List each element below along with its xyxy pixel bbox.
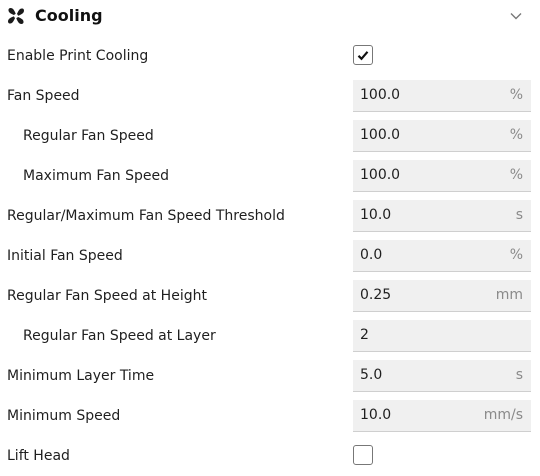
field-unit: mm/s	[483, 407, 523, 423]
setting-row-regular-fan-speed: Regular Fan Speed 100.0 %	[0, 116, 540, 156]
fan-icon	[6, 6, 26, 26]
field-value: 100.0	[360, 127, 401, 143]
setting-label: Maximum Fan Speed	[23, 168, 169, 184]
minimum-layer-time-input[interactable]: 5.0 s	[353, 360, 531, 392]
field-value: 10.0	[360, 407, 392, 423]
setting-label: Fan Speed	[7, 88, 80, 104]
fan-speed-at-height-input[interactable]: 0.25 mm	[353, 280, 531, 312]
fan-speed-at-layer-input[interactable]: 2	[353, 320, 531, 352]
checkmark-icon	[357, 51, 369, 61]
field-value: 10.0	[360, 207, 392, 223]
setting-row-minimum-speed: Minimum Speed 10.0 mm/s	[0, 396, 540, 436]
setting-row-fan-speed-threshold: Regular/Maximum Fan Speed Threshold 10.0…	[0, 196, 540, 236]
fan-speed-threshold-input[interactable]: 10.0 s	[353, 200, 531, 232]
setting-label: Minimum Layer Time	[7, 368, 155, 384]
field-value: 5.0	[360, 367, 383, 383]
chevron-down-icon[interactable]	[508, 9, 524, 23]
section-title: Cooling	[35, 6, 103, 25]
field-value: 2	[360, 327, 369, 343]
cooling-section-header[interactable]: Cooling	[0, 0, 540, 34]
setting-row-fan-speed: Fan Speed 100.0 %	[0, 76, 540, 116]
cooling-settings-panel: Cooling Enable Print Cooling Fan Speed 1…	[0, 0, 540, 472]
setting-label: Regular Fan Speed at Layer	[23, 328, 216, 344]
field-unit: s	[515, 207, 523, 223]
initial-fan-speed-input[interactable]: 0.0 %	[353, 240, 531, 272]
setting-row-lift-head: Lift Head	[0, 436, 540, 476]
setting-label: Regular Fan Speed at Height	[7, 288, 207, 304]
setting-label: Regular Fan Speed	[23, 128, 154, 144]
field-value: 0.0	[360, 247, 383, 263]
setting-row-maximum-fan-speed: Maximum Fan Speed 100.0 %	[0, 156, 540, 196]
setting-row-initial-fan-speed: Initial Fan Speed 0.0 %	[0, 236, 540, 276]
setting-row-minimum-layer-time: Minimum Layer Time 5.0 s	[0, 356, 540, 396]
field-unit: s	[515, 367, 523, 383]
setting-label: Enable Print Cooling	[7, 48, 149, 64]
setting-label: Minimum Speed	[7, 408, 121, 424]
enable-print-cooling-checkbox[interactable]	[353, 45, 373, 65]
field-value: 100.0	[360, 167, 401, 183]
maximum-fan-speed-input[interactable]: 100.0 %	[353, 160, 531, 192]
setting-row-fan-speed-at-layer: Regular Fan Speed at Layer 2	[0, 316, 540, 356]
field-unit: %	[509, 127, 523, 143]
field-unit: %	[509, 167, 523, 183]
field-unit: %	[509, 87, 523, 103]
field-unit: mm	[495, 287, 523, 303]
setting-row-enable-print-cooling: Enable Print Cooling	[0, 36, 540, 76]
setting-label: Regular/Maximum Fan Speed Threshold	[7, 208, 285, 224]
fan-speed-input[interactable]: 100.0 %	[353, 80, 531, 112]
setting-label: Lift Head	[7, 448, 70, 464]
lift-head-checkbox[interactable]	[353, 445, 373, 465]
setting-label: Initial Fan Speed	[7, 248, 123, 264]
field-value: 0.25	[360, 287, 392, 303]
regular-fan-speed-input[interactable]: 100.0 %	[353, 120, 531, 152]
field-value: 100.0	[360, 87, 401, 103]
minimum-speed-input[interactable]: 10.0 mm/s	[353, 400, 531, 432]
setting-row-fan-speed-at-height: Regular Fan Speed at Height 0.25 mm	[0, 276, 540, 316]
field-unit: %	[509, 247, 523, 263]
